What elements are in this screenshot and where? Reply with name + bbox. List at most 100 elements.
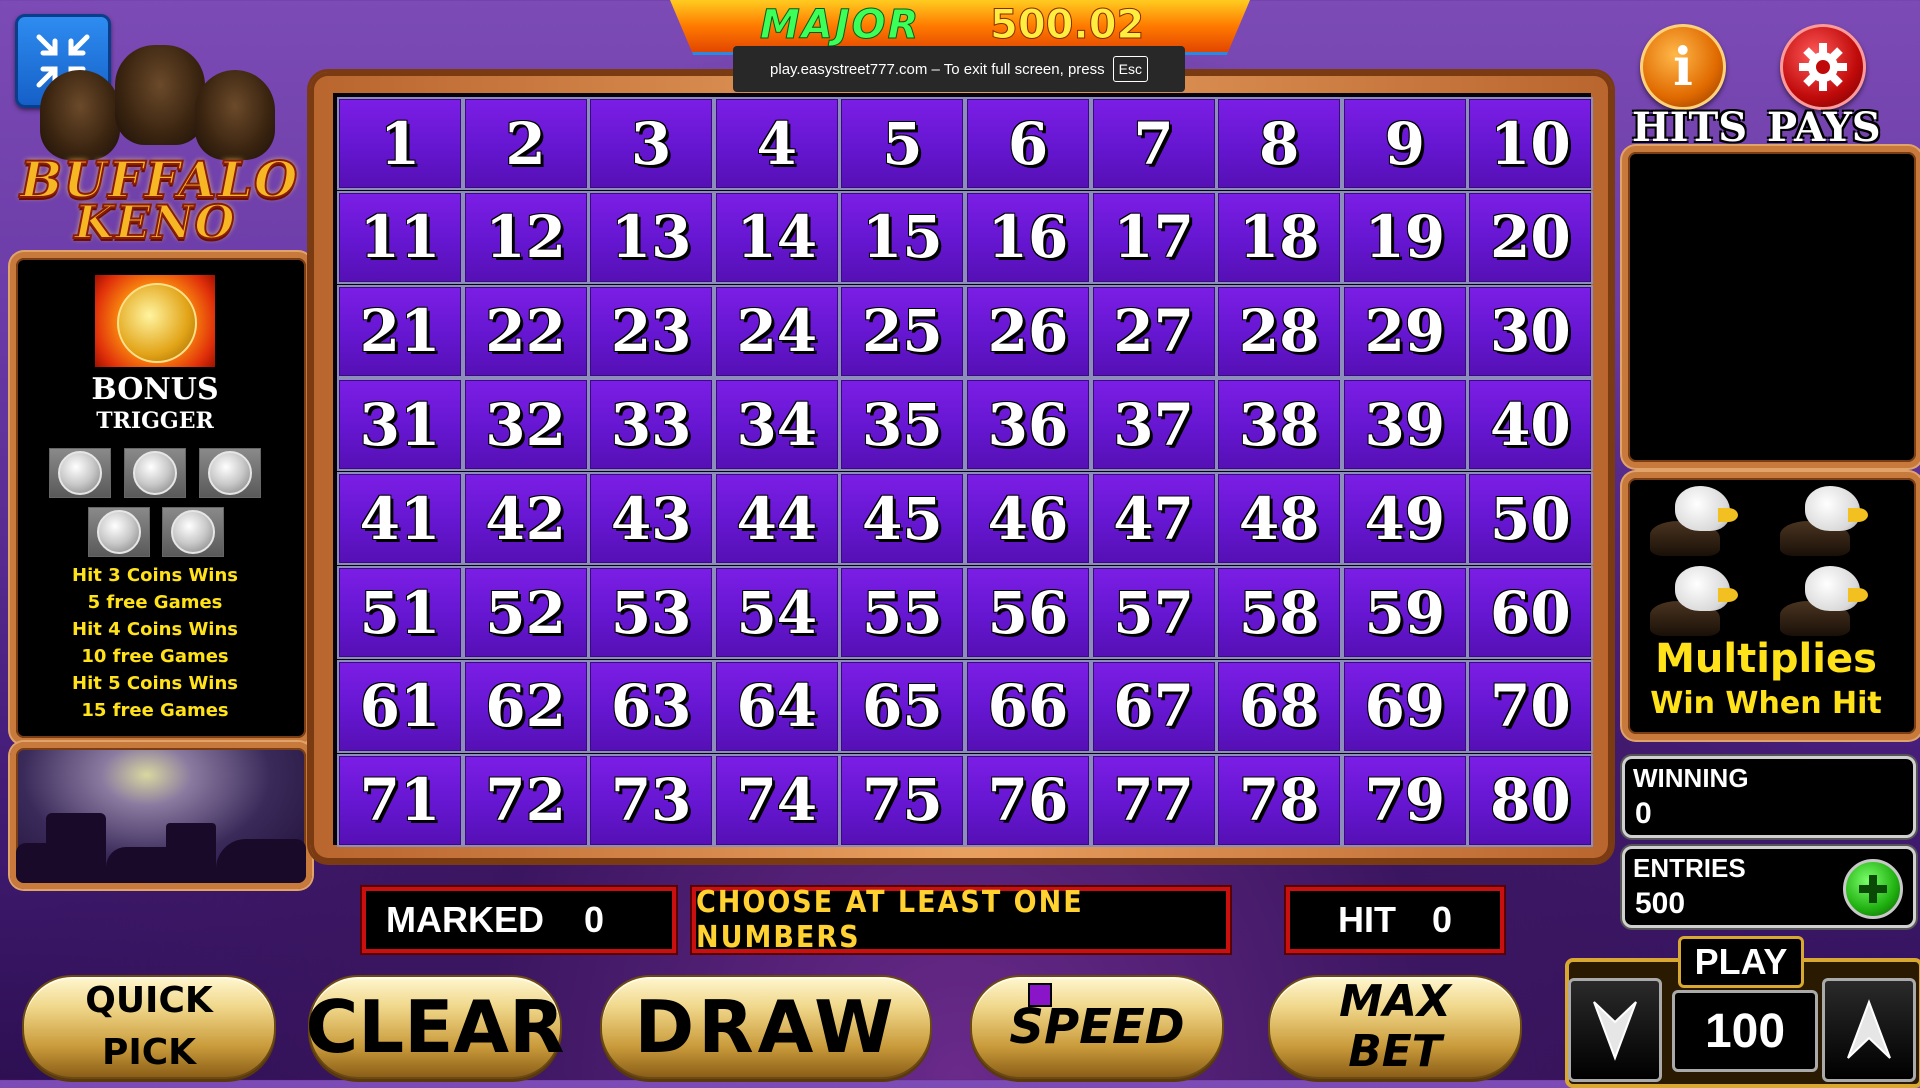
keno-number-7[interactable]: 7: [1090, 97, 1217, 190]
keno-number-21[interactable]: 21: [337, 284, 463, 378]
keno-number-17[interactable]: 17: [1090, 190, 1217, 284]
keno-number-33[interactable]: 33: [588, 378, 715, 472]
keno-number-16[interactable]: 16: [965, 190, 1091, 284]
keno-number-78[interactable]: 78: [1216, 753, 1343, 847]
keno-number-11[interactable]: 11: [337, 190, 463, 284]
max-bet-button[interactable]: MAX BET: [1268, 975, 1522, 1079]
keno-number-15[interactable]: 15: [839, 190, 966, 284]
keno-number-23[interactable]: 23: [588, 284, 715, 378]
keno-number-18[interactable]: 18: [1216, 190, 1343, 284]
keno-number-32[interactable]: 32: [462, 378, 589, 472]
keno-number-20[interactable]: 20: [1467, 190, 1594, 284]
keno-number-39[interactable]: 39: [1341, 378, 1468, 472]
keno-number-38[interactable]: 38: [1216, 378, 1343, 472]
keno-number-79[interactable]: 79: [1341, 753, 1468, 847]
keno-number-72[interactable]: 72: [462, 753, 589, 847]
keno-number-5[interactable]: 5: [839, 97, 966, 190]
keno-number-59[interactable]: 59: [1341, 566, 1468, 659]
keno-number-14[interactable]: 14: [713, 190, 840, 284]
keno-number-45[interactable]: 45: [839, 472, 966, 566]
eagle-icon: [1780, 486, 1870, 556]
keno-number-70[interactable]: 70: [1467, 659, 1594, 753]
keno-number-66[interactable]: 66: [965, 659, 1091, 753]
eagle-icon: [1650, 486, 1740, 556]
silver-coin-icon: [49, 448, 111, 498]
keno-number-80[interactable]: 80: [1467, 753, 1594, 847]
keno-number-37[interactable]: 37: [1090, 378, 1217, 472]
speed-toggle-checkbox[interactable]: [1028, 983, 1052, 1007]
keno-number-36[interactable]: 36: [965, 378, 1091, 472]
keno-number-53[interactable]: 53: [588, 566, 715, 659]
keno-number-69[interactable]: 69: [1341, 659, 1468, 753]
keno-number-57[interactable]: 57: [1090, 566, 1217, 659]
keno-number-2[interactable]: 2: [462, 97, 589, 190]
keno-number-42[interactable]: 42: [462, 472, 589, 566]
keno-number-51[interactable]: 51: [337, 566, 463, 659]
keno-number-61[interactable]: 61: [337, 659, 463, 753]
keno-number-22[interactable]: 22: [462, 284, 589, 378]
keno-number-41[interactable]: 41: [337, 472, 463, 566]
keno-number-24[interactable]: 24: [713, 284, 840, 378]
keno-number-3[interactable]: 3: [588, 97, 715, 190]
keno-number-54[interactable]: 54: [713, 566, 840, 659]
bonus-rule-line: Hit 5 Coins Wins: [72, 673, 238, 694]
keno-number-6[interactable]: 6: [965, 97, 1091, 190]
keno-number-9[interactable]: 9: [1341, 97, 1468, 190]
keno-number-55[interactable]: 55: [839, 566, 966, 659]
hit-counter: HIT 0: [1286, 887, 1504, 953]
keno-number-43[interactable]: 43: [588, 472, 715, 566]
keno-number-75[interactable]: 75: [839, 753, 966, 847]
keno-number-31[interactable]: 31: [337, 378, 463, 472]
keno-number-76[interactable]: 76: [965, 753, 1091, 847]
keno-number-48[interactable]: 48: [1216, 472, 1343, 566]
keno-number-73[interactable]: 73: [588, 753, 715, 847]
clear-button[interactable]: CLEAR: [305, 975, 565, 1079]
keno-number-34[interactable]: 34: [713, 378, 840, 472]
keno-number-68[interactable]: 68: [1216, 659, 1343, 753]
keno-number-19[interactable]: 19: [1341, 190, 1468, 284]
keno-number-4[interactable]: 4: [713, 97, 840, 190]
info-button[interactable]: i: [1640, 24, 1726, 110]
keno-number-56[interactable]: 56: [965, 566, 1091, 659]
add-entries-button[interactable]: [1843, 859, 1903, 919]
keno-number-50[interactable]: 50: [1467, 472, 1594, 566]
info-icon: i: [1673, 36, 1693, 98]
decrease-play-button[interactable]: [1568, 978, 1662, 1082]
keno-number-26[interactable]: 26: [965, 284, 1091, 378]
keno-number-65[interactable]: 65: [839, 659, 966, 753]
keno-number-13[interactable]: 13: [588, 190, 715, 284]
keno-number-67[interactable]: 67: [1090, 659, 1217, 753]
increase-play-button[interactable]: [1822, 978, 1916, 1082]
keno-number-77[interactable]: 77: [1090, 753, 1217, 847]
play-label: PLAY: [1678, 936, 1804, 988]
keno-number-1[interactable]: 1: [337, 97, 463, 190]
settings-button[interactable]: [1780, 24, 1866, 110]
keno-number-58[interactable]: 58: [1216, 566, 1343, 659]
keno-number-44[interactable]: 44: [713, 472, 840, 566]
bonus-rule-line: Hit 3 Coins Wins: [72, 565, 238, 586]
keno-number-63[interactable]: 63: [588, 659, 715, 753]
keno-number-12[interactable]: 12: [462, 190, 589, 284]
quick-pick-button[interactable]: QUICK PICK: [22, 975, 276, 1079]
keno-number-62[interactable]: 62: [462, 659, 589, 753]
keno-number-35[interactable]: 35: [839, 378, 966, 472]
keno-number-25[interactable]: 25: [839, 284, 966, 378]
keno-number-27[interactable]: 27: [1090, 284, 1217, 378]
speed-button[interactable]: SPEED: [970, 975, 1224, 1079]
keno-number-47[interactable]: 47: [1090, 472, 1217, 566]
max-bet-line1: MAX: [1339, 976, 1451, 1027]
keno-number-29[interactable]: 29: [1341, 284, 1468, 378]
keno-number-28[interactable]: 28: [1216, 284, 1343, 378]
keno-number-64[interactable]: 64: [713, 659, 840, 753]
draw-button[interactable]: DRAW: [600, 975, 932, 1079]
keno-number-30[interactable]: 30: [1467, 284, 1594, 378]
keno-number-49[interactable]: 49: [1341, 472, 1468, 566]
keno-number-60[interactable]: 60: [1467, 566, 1594, 659]
keno-number-74[interactable]: 74: [713, 753, 840, 847]
keno-number-46[interactable]: 46: [965, 472, 1091, 566]
keno-number-40[interactable]: 40: [1467, 378, 1594, 472]
keno-number-71[interactable]: 71: [337, 753, 463, 847]
keno-number-10[interactable]: 10: [1467, 97, 1594, 190]
keno-number-8[interactable]: 8: [1216, 97, 1343, 190]
keno-number-52[interactable]: 52: [462, 566, 589, 659]
